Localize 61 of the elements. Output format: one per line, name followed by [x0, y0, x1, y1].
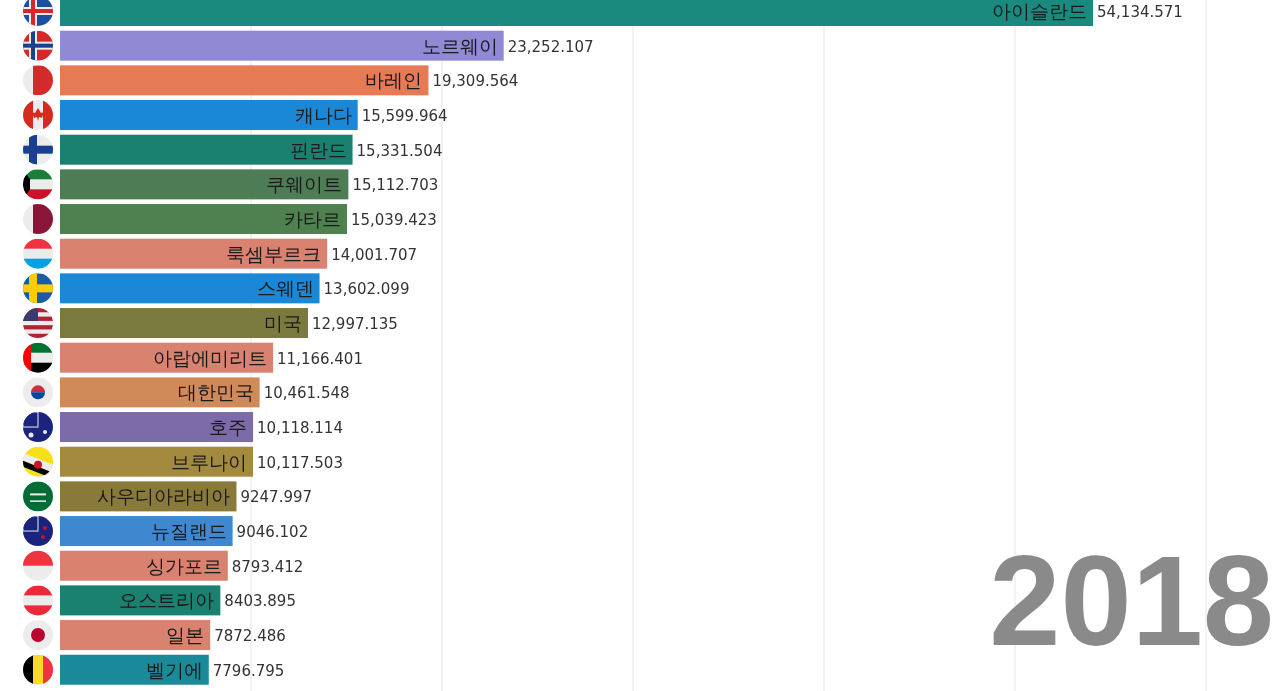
flag-icon [23, 238, 53, 269]
bar-label: 룩셈부르크 [226, 242, 322, 265]
bar-label: 미국 [264, 312, 302, 335]
flag-icon [23, 481, 53, 512]
bar-label: 쿠웨이트 [266, 173, 343, 196]
bar-label: 아랍에미리트 [153, 346, 268, 369]
value-label: 15,112.703 [352, 176, 439, 195]
value-label: 11,166.401 [277, 349, 363, 368]
bar-label: 아이슬란드 [992, 0, 1087, 22]
value-label: 10,461.548 [263, 384, 350, 403]
bar-label: 호주 [209, 416, 248, 439]
value-label: 19,309.564 [432, 72, 519, 91]
value-label: 7796.795 [212, 661, 285, 680]
flag-icon [23, 585, 53, 616]
flag-icon [23, 342, 53, 373]
bar-label: 오스트리아 [119, 589, 215, 612]
value-label: 9046.102 [236, 523, 309, 542]
bar-label: 브루나이 [171, 450, 248, 473]
value-label: 14,001.707 [331, 245, 418, 264]
value-label: 10,117.503 [257, 453, 343, 472]
flag-icon [23, 550, 53, 581]
bar-label: 일본 [166, 624, 205, 647]
value-label: 15,039.423 [351, 211, 437, 229]
value-label: 8793.412 [231, 557, 304, 576]
bar-label: 사우디아라비아 [97, 485, 231, 508]
value-label: 8403.895 [224, 592, 296, 611]
flag-icon [23, 65, 53, 96]
value-label: 54,134.571 [1097, 3, 1183, 21]
value-label: 23,252.107 [507, 37, 594, 56]
flag-icon [23, 134, 53, 165]
flag-icon [23, 308, 53, 339]
bar-label: 뉴질랜드 [150, 520, 227, 543]
flag-icon [23, 30, 53, 61]
bar-label: 벨기에 [145, 658, 203, 681]
bar-label: 바레인 [365, 69, 423, 92]
value-label: 13,602.099 [323, 280, 410, 299]
value-label: 15,331.504 [356, 141, 443, 160]
flag-icon [23, 0, 53, 26]
value-label: 15,599.964 [361, 107, 448, 125]
flag-icon [23, 169, 53, 200]
flag-icon [23, 446, 53, 477]
value-label: 10,118.114 [257, 419, 343, 438]
flag-icon [23, 620, 53, 651]
flag-icon [23, 273, 53, 304]
bar-label: 싱가포르 [145, 554, 222, 577]
flag-icon [23, 377, 53, 408]
value-label: 12,997.135 [312, 315, 398, 334]
bar-label: 대한민국 [177, 381, 254, 404]
bar-label: 스웨덴 [256, 277, 314, 300]
value-label: 7872.486 [214, 627, 286, 646]
bar-label: 핀란드 [289, 138, 347, 161]
bar-label: 카타르 [284, 208, 341, 230]
bar-label: 캐나다 [294, 104, 352, 126]
value-label: 9247.997 [240, 488, 313, 507]
bar-label: 노르웨이 [421, 34, 498, 57]
flag-icon [23, 412, 53, 443]
flag-icon [23, 516, 53, 547]
year-label: 2018 [989, 537, 1274, 665]
flag-icon [23, 100, 53, 130]
flag-icon [23, 654, 53, 685]
flag-icon [23, 204, 53, 234]
